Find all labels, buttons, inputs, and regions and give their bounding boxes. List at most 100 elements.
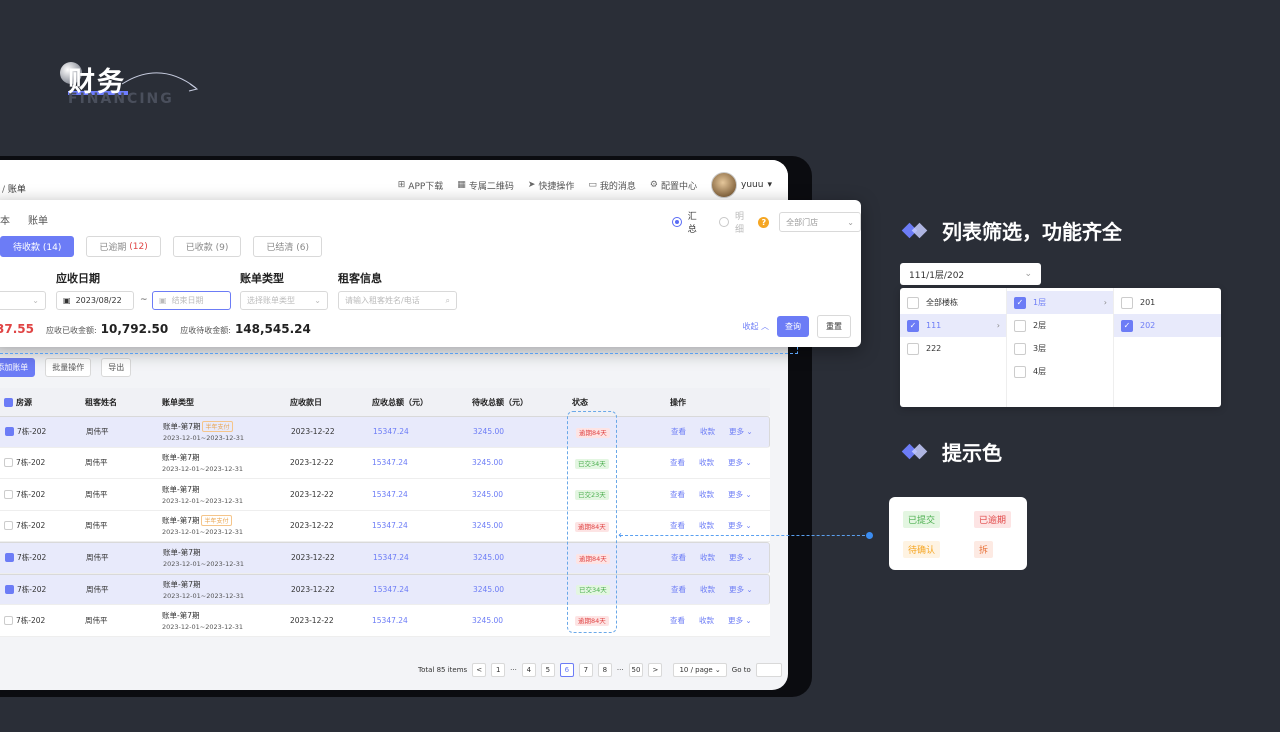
cascader-option[interactable]: ✓ 111 ›: [900, 314, 1006, 337]
tab-bill[interactable]: 账单: [28, 212, 48, 227]
page-1[interactable]: 1: [491, 663, 506, 677]
bill-name: 账单-第7期: [162, 453, 200, 463]
prev-select[interactable]: ⌄: [0, 291, 46, 310]
view-link[interactable]: 查看: [671, 584, 686, 595]
user-menu[interactable]: yuuu ▾: [711, 172, 772, 198]
view-link[interactable]: 查看: [670, 457, 685, 468]
option-checkbox[interactable]: [1014, 342, 1026, 355]
view-link[interactable]: 查看: [671, 426, 686, 437]
end-date-input[interactable]: ▣ 结束日期: [152, 291, 231, 310]
cascader-option[interactable]: 4层: [1007, 360, 1113, 383]
query-button[interactable]: 查询: [777, 316, 809, 337]
option-label: 202: [1140, 321, 1156, 330]
more-link[interactable]: 更多 ⌄: [729, 584, 753, 595]
page-ellipsis[interactable]: ···: [510, 666, 517, 674]
table-row[interactable]: 7栋-202 周伟平 账单-第7期 2023-12-01~2023-12-31 2023…: [0, 605, 770, 637]
more-link[interactable]: 更多 ⌄: [728, 457, 752, 468]
cascader-option[interactable]: 全部楼栋: [900, 291, 1006, 314]
cascader-option[interactable]: ✓ 1层 ›: [1007, 291, 1113, 314]
cascader-option[interactable]: ✓ 202: [1114, 314, 1221, 337]
collect-link[interactable]: 收款: [700, 552, 715, 563]
cascader-option[interactable]: 3层: [1007, 337, 1113, 360]
detail-radio[interactable]: [719, 217, 729, 227]
view-link[interactable]: 查看: [670, 520, 685, 531]
messages-link[interactable]: ▭ 我的消息: [588, 179, 636, 192]
row-checkbox[interactable]: [4, 521, 13, 531]
help-icon[interactable]: ?: [758, 216, 770, 228]
breadcrumb-current[interactable]: 账单: [8, 185, 26, 195]
collect-link[interactable]: 收款: [699, 520, 714, 531]
next-page-button[interactable]: >: [648, 663, 663, 677]
batch-button[interactable]: 批量操作: [45, 358, 92, 377]
app-download-link[interactable]: ⊞ APP下载: [398, 179, 444, 192]
tab-main[interactable]: 本: [0, 212, 10, 227]
summary-radio[interactable]: [672, 217, 682, 227]
goto-input[interactable]: [755, 663, 782, 677]
view-link[interactable]: 查看: [670, 489, 685, 500]
due-cell: 2023-12-22: [290, 458, 334, 468]
prev-page-button[interactable]: <: [472, 663, 487, 677]
quick-action-link[interactable]: ➤ 快捷操作: [528, 179, 575, 192]
cascader-option[interactable]: 222: [900, 337, 1006, 360]
row-checkbox[interactable]: [5, 553, 14, 563]
option-checkbox[interactable]: [907, 296, 919, 309]
collect-link[interactable]: 收款: [700, 584, 715, 595]
table-row[interactable]: 7栋-202 周伟平 账单-第7期 2023-12-01~2023-12-31 2023…: [0, 542, 770, 574]
table-row[interactable]: 7栋-202 周伟平 账单-第7期 2023-12-01~2023-12-31 2023…: [0, 573, 770, 605]
tab-settled[interactable]: 已结清 (6): [253, 236, 322, 257]
config-link[interactable]: ⚙ 配置中心: [650, 179, 697, 192]
more-link[interactable]: 更多 ⌄: [728, 520, 752, 531]
tab-overdue[interactable]: 已逾期 (12): [86, 236, 161, 257]
more-link[interactable]: 更多 ⌄: [729, 426, 753, 437]
store-select[interactable]: 全部门店 ⌄: [779, 212, 861, 232]
cascader-option[interactable]: 201: [1114, 291, 1221, 314]
row-checkbox[interactable]: [4, 458, 13, 468]
start-date-input[interactable]: ▣ 2023/08/22: [56, 291, 134, 310]
bill-type-select[interactable]: 选择账单类型 ⌄: [240, 291, 328, 310]
collapse-link[interactable]: 收起 ︿: [742, 321, 769, 332]
more-link[interactable]: 更多 ⌄: [728, 615, 752, 626]
page-6[interactable]: 6: [559, 663, 574, 677]
tab-received[interactable]: 已收款 (9): [172, 236, 242, 257]
row-checkbox[interactable]: [4, 489, 13, 499]
collect-link[interactable]: 收款: [699, 457, 714, 468]
page-7[interactable]: 7: [578, 663, 593, 677]
qr-code-link[interactable]: ▦ 专属二维码: [457, 179, 514, 192]
table-row[interactable]: 7栋-202 周伟平 账单-第7期 2023-12-01~2023-12-31 2023…: [0, 448, 770, 479]
option-checkbox[interactable]: [1014, 319, 1026, 332]
page-8[interactable]: 8: [597, 663, 612, 677]
option-checkbox[interactable]: [907, 342, 919, 355]
option-checkbox[interactable]: [1121, 296, 1133, 309]
option-checkbox[interactable]: ✓: [907, 319, 919, 332]
cascader-input[interactable]: 111/1层/202 ⌄: [900, 263, 1041, 285]
export-button[interactable]: 导出: [101, 358, 132, 377]
option-checkbox[interactable]: ✓: [1121, 319, 1133, 332]
collect-link[interactable]: 收款: [700, 426, 715, 437]
collect-link[interactable]: 收款: [699, 615, 714, 626]
row-checkbox[interactable]: [5, 584, 14, 594]
table-row[interactable]: 7栋-202 周伟平 账单-第7期 半年支付 2023-12-01~2023-12-31…: [0, 511, 770, 542]
page-size-select[interactable]: 10 / page ⌄: [673, 663, 727, 677]
row-checkbox[interactable]: [5, 427, 14, 437]
page-ellipsis-2[interactable]: ···: [617, 666, 624, 674]
more-link[interactable]: 更多 ⌄: [728, 489, 752, 500]
select-all-checkbox[interactable]: [4, 397, 13, 407]
table-row[interactable]: 7栋-202 周伟平 账单-第7期 2023-12-01~2023-12-31 2023…: [0, 479, 770, 511]
tab-pending[interactable]: 待收款 (14): [0, 236, 75, 257]
bill-cell: 账单-第7期 半年支付 2023-12-01~2023-12-31: [162, 515, 243, 536]
view-link[interactable]: 查看: [671, 552, 686, 563]
cascader-option[interactable]: 2层: [1007, 314, 1113, 337]
option-checkbox[interactable]: ✓: [1014, 296, 1026, 309]
table-row[interactable]: 7栋-202 周伟平 账单-第7期 半年支付 2023-12-01~2023-12-31…: [0, 416, 770, 448]
page-5[interactable]: 5: [540, 663, 555, 677]
row-checkbox[interactable]: [4, 615, 13, 625]
page-4[interactable]: 4: [521, 663, 536, 677]
option-checkbox[interactable]: [1014, 365, 1026, 378]
collect-link[interactable]: 收款: [699, 489, 714, 500]
more-link[interactable]: 更多 ⌄: [729, 552, 753, 563]
reset-button[interactable]: 重置: [817, 315, 851, 338]
tenant-search-input[interactable]: 请输入租客姓名/电话 ⌕: [338, 291, 457, 310]
page-50[interactable]: 50: [628, 663, 644, 677]
add-bill-button[interactable]: + 添加账单: [0, 358, 36, 377]
view-link[interactable]: 查看: [670, 615, 685, 626]
